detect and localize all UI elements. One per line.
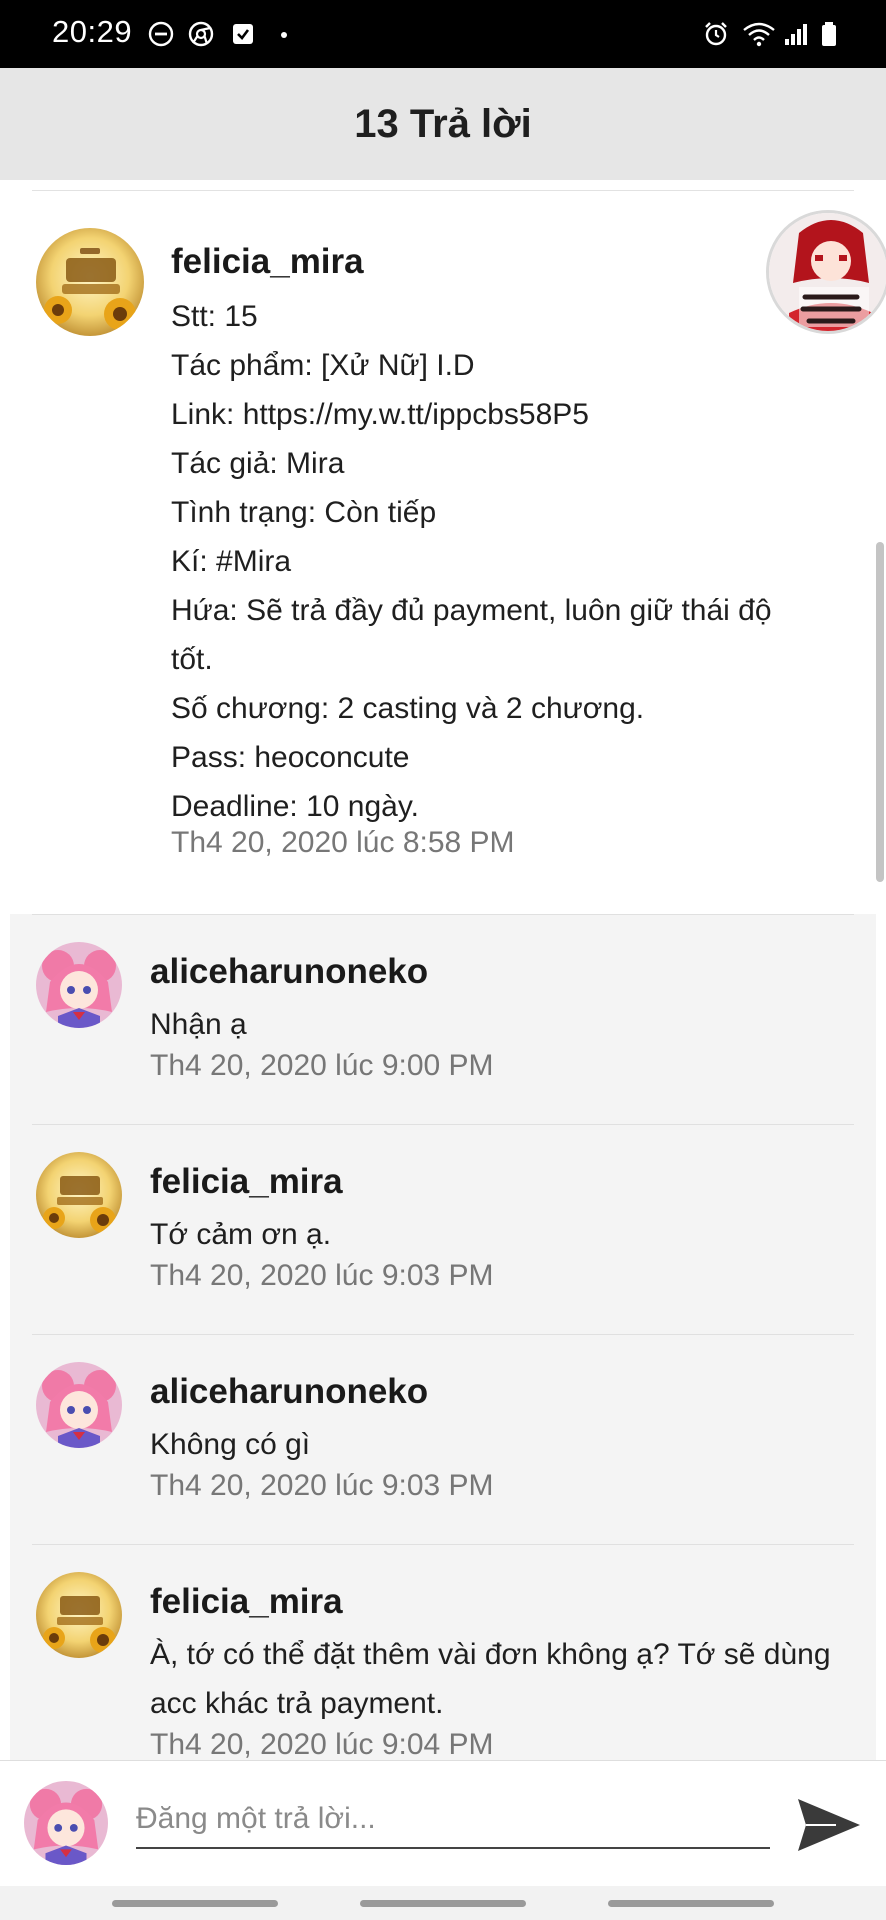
community-logo-icon: [769, 213, 886, 331]
dsof-logo-icon: [36, 1572, 122, 1658]
post-link[interactable]: Link: https://my.w.tt/ippcbs58P5: [171, 390, 841, 439]
system-nav-bar: [0, 1886, 886, 1920]
nav-home-button[interactable]: [360, 1900, 526, 1907]
checkbox-icon: [233, 24, 253, 44]
nav-recents-button[interactable]: [112, 1900, 278, 1907]
post-line: tốt.: [171, 643, 213, 676]
divider: [32, 1334, 854, 1335]
signal-icon: [785, 24, 807, 45]
reply-author[interactable]: aliceharunoneko: [150, 1372, 428, 1412]
post-line: Tình trạng: Còn tiếp: [171, 496, 437, 529]
reply-item: aliceharunoneko Nhận ạ Th4 20, 2020 lúc …: [10, 914, 876, 1124]
chrome-icon: [188, 21, 214, 47]
avatar[interactable]: [36, 942, 122, 1028]
alarm-icon: [705, 22, 727, 46]
reply-author[interactable]: aliceharunoneko: [150, 952, 428, 992]
reply-text: À, tớ có thể đặt thêm vài đơn không ạ? T…: [150, 1638, 831, 1720]
do-not-disturb-icon: [148, 21, 174, 47]
post-line: Pass: heoconcute: [171, 741, 410, 774]
post-line: Stt: 15: [171, 300, 258, 333]
anime-avatar-icon: [24, 1781, 108, 1865]
reply-author[interactable]: felicia_mira: [150, 1582, 343, 1622]
divider: [32, 1124, 854, 1125]
replies: aliceharunoneko Nhận ạ Th4 20, 2020 lúc …: [10, 914, 876, 1760]
anime-avatar-icon: [36, 1362, 122, 1448]
battery-icon: [822, 22, 836, 46]
post-line: Hứa: Sẽ trả đầy đủ payment, luôn giữ thá…: [171, 594, 772, 627]
divider: [32, 1544, 854, 1545]
reply-text: Tớ cảm ơn ạ.: [150, 1218, 332, 1251]
avatar[interactable]: [36, 1362, 122, 1448]
reply-author[interactable]: felicia_mira: [150, 1162, 343, 1202]
status-time: 20:29: [52, 14, 133, 49]
avatar[interactable]: [36, 1572, 122, 1658]
avatar[interactable]: [36, 1152, 122, 1238]
reply-timestamp: Th4 20, 2020 lúc 9:00 PM: [150, 1049, 494, 1082]
reply-text: Không có gì: [150, 1428, 311, 1461]
reply-item: aliceharunoneko Không có gì Th4 20, 2020…: [10, 1334, 876, 1544]
avatar[interactable]: [36, 228, 144, 336]
post-line: Tác giả: Mira: [171, 447, 345, 480]
post-timestamp: Th4 20, 2020 lúc 8:58 PM: [171, 826, 515, 859]
header: 13 Trả lời: [0, 68, 886, 180]
wifi-icon: [743, 22, 775, 47]
community-badge[interactable]: [766, 210, 886, 334]
dsof-logo-icon: [36, 1152, 122, 1238]
dot-icon: [281, 32, 287, 38]
post-author[interactable]: felicia_mira: [171, 242, 364, 282]
nav-back-button[interactable]: [608, 1900, 774, 1907]
post-body: Stt: 15 Tác phẩm: [Xử Nữ] I.D Link: http…: [171, 292, 841, 831]
divider: [32, 190, 854, 191]
dsof-logo-icon: [36, 228, 144, 336]
send-icon[interactable]: [796, 1795, 862, 1855]
reply-timestamp: Th4 20, 2020 lúc 9:04 PM: [150, 1728, 494, 1760]
page-title: 13 Trả lời: [354, 101, 532, 146]
screen: 20:29 13 Trả lời felicia_mira Stt: 15 Tá…: [0, 0, 886, 1920]
main-post: felicia_mira Stt: 15 Tác phẩm: [Xử Nữ] I…: [0, 192, 886, 912]
reply-text: Nhận ạ: [150, 1008, 247, 1041]
reply-input[interactable]: [136, 1791, 770, 1849]
reply-item: felicia_mira À, tớ có thể đặt thêm vài đ…: [10, 1544, 876, 1760]
post-line: Deadline: 10 ngày.: [171, 790, 419, 823]
scrollbar-thumb[interactable]: [876, 542, 884, 882]
reply-composer: [0, 1760, 886, 1886]
my-avatar[interactable]: [24, 1781, 108, 1865]
reply-timestamp: Th4 20, 2020 lúc 9:03 PM: [150, 1469, 494, 1502]
reply-item: felicia_mira Tớ cảm ơn ạ. Th4 20, 2020 l…: [10, 1124, 876, 1334]
post-line: Tác phẩm: [Xử Nữ] I.D: [171, 349, 475, 382]
reply-timestamp: Th4 20, 2020 lúc 9:03 PM: [150, 1259, 494, 1292]
anime-avatar-icon: [36, 942, 122, 1028]
comments-list[interactable]: felicia_mira Stt: 15 Tác phẩm: [Xử Nữ] I…: [0, 180, 886, 1760]
post-line: Số chương: 2 casting và 2 chương.: [171, 692, 645, 725]
post-line: Kí: #Mira: [171, 545, 292, 578]
status-bar: 20:29: [0, 0, 886, 68]
divider: [32, 914, 854, 915]
